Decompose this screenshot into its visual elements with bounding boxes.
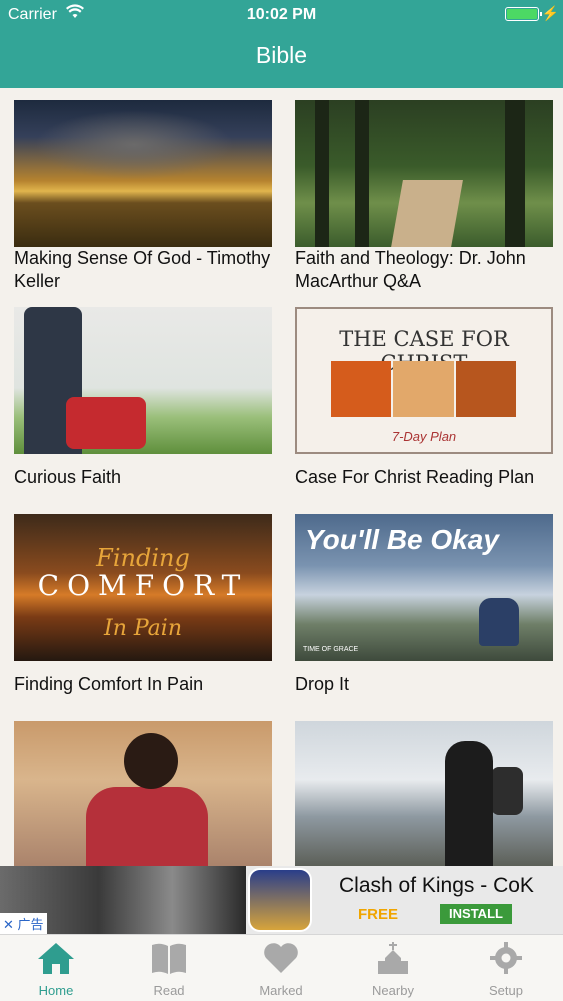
plan-thumbnail: [295, 100, 553, 247]
charging-icon: ⚡: [541, 5, 559, 21]
plan-card[interactable]: THE CASE FOR CHRIST 7-Day Plan Case For …: [295, 307, 553, 489]
page-title: Bible: [255, 42, 308, 68]
app-header: Carrier 10:02 PM ⚡ Bible: [0, 0, 563, 88]
plan-card[interactable]: Curious Faith: [14, 307, 272, 489]
thumb-text: Finding: [96, 544, 190, 572]
tab-marked[interactable]: Marked: [225, 935, 337, 1001]
plan-title: Making Sense Of God - Timothy Keller: [14, 248, 271, 291]
church-icon: [337, 941, 449, 975]
plan-title: Curious Faith: [14, 467, 122, 487]
tab-read[interactable]: Read: [113, 935, 225, 1001]
plan-title: Faith and Theology: Dr. John MacArthur Q…: [295, 248, 526, 291]
ad-banner[interactable]: Clash of Kings - CoK FREE INSTALL ✕ 广告: [0, 866, 563, 934]
plan-title: Finding Comfort In Pain: [14, 674, 204, 694]
tab-label: Marked: [259, 983, 303, 998]
plan-thumbnail: [14, 100, 272, 247]
thumb-text: COMFORT: [37, 569, 249, 602]
plan-thumbnail: [295, 721, 553, 868]
plan-card[interactable]: Making Sense Of God - Timothy Keller: [14, 100, 272, 293]
ad-app-icon: [248, 868, 312, 932]
thumb-brand: TIME OF GRACE: [303, 646, 359, 653]
plan-title: Case For Christ Reading Plan: [295, 467, 535, 487]
plan-card[interactable]: [14, 721, 272, 868]
plan-thumbnail: THE CASE FOR CHRIST 7-Day Plan: [295, 307, 553, 454]
tab-home[interactable]: Home: [0, 935, 112, 1001]
ad-install-button[interactable]: INSTALL: [440, 904, 512, 924]
plan-thumbnail: [14, 307, 272, 454]
plan-card[interactable]: Faith and Theology: Dr. John MacArthur Q…: [295, 100, 553, 293]
thumb-subtitle: 7-Day Plan: [391, 429, 457, 444]
tab-label: Home: [38, 983, 74, 998]
battery-icon: [505, 7, 542, 21]
plan-thumbnail: You'll Be Okay TIME OF GRACE: [295, 514, 553, 661]
plan-card[interactable]: [295, 721, 553, 868]
tab-setup[interactable]: Setup: [450, 935, 562, 1001]
ad-price: FREE: [358, 906, 399, 923]
plan-card[interactable]: Finding COMFORT In Pain Finding Comfort …: [14, 514, 272, 696]
home-icon: [0, 941, 112, 975]
gear-icon: [450, 941, 562, 975]
plan-card[interactable]: You'll Be Okay TIME OF GRACE Drop It: [295, 514, 553, 696]
tab-nearby[interactable]: Nearby: [337, 935, 449, 1001]
tab-label: Setup: [489, 983, 523, 998]
plan-title: Drop It: [295, 674, 350, 694]
status-bar: Carrier 10:02 PM ⚡: [0, 0, 563, 30]
ad-app-name: Clash of Kings - CoK: [339, 874, 534, 897]
clock: 10:02 PM: [246, 6, 317, 23]
heart-icon: [225, 941, 337, 975]
thumb-text: In Pain: [104, 616, 182, 641]
tab-label: Read: [153, 983, 185, 998]
plan-thumbnail: Finding COMFORT In Pain: [14, 514, 272, 661]
ad-close-tag[interactable]: ✕ 广告: [0, 913, 47, 934]
tab-bar: Home Read Marked Nearby Setup: [0, 934, 563, 1001]
book-icon: [113, 941, 225, 975]
tab-label: Nearby: [372, 983, 414, 998]
plan-thumbnail: [14, 721, 272, 868]
thumb-text: You'll Be Okay: [305, 524, 499, 555]
